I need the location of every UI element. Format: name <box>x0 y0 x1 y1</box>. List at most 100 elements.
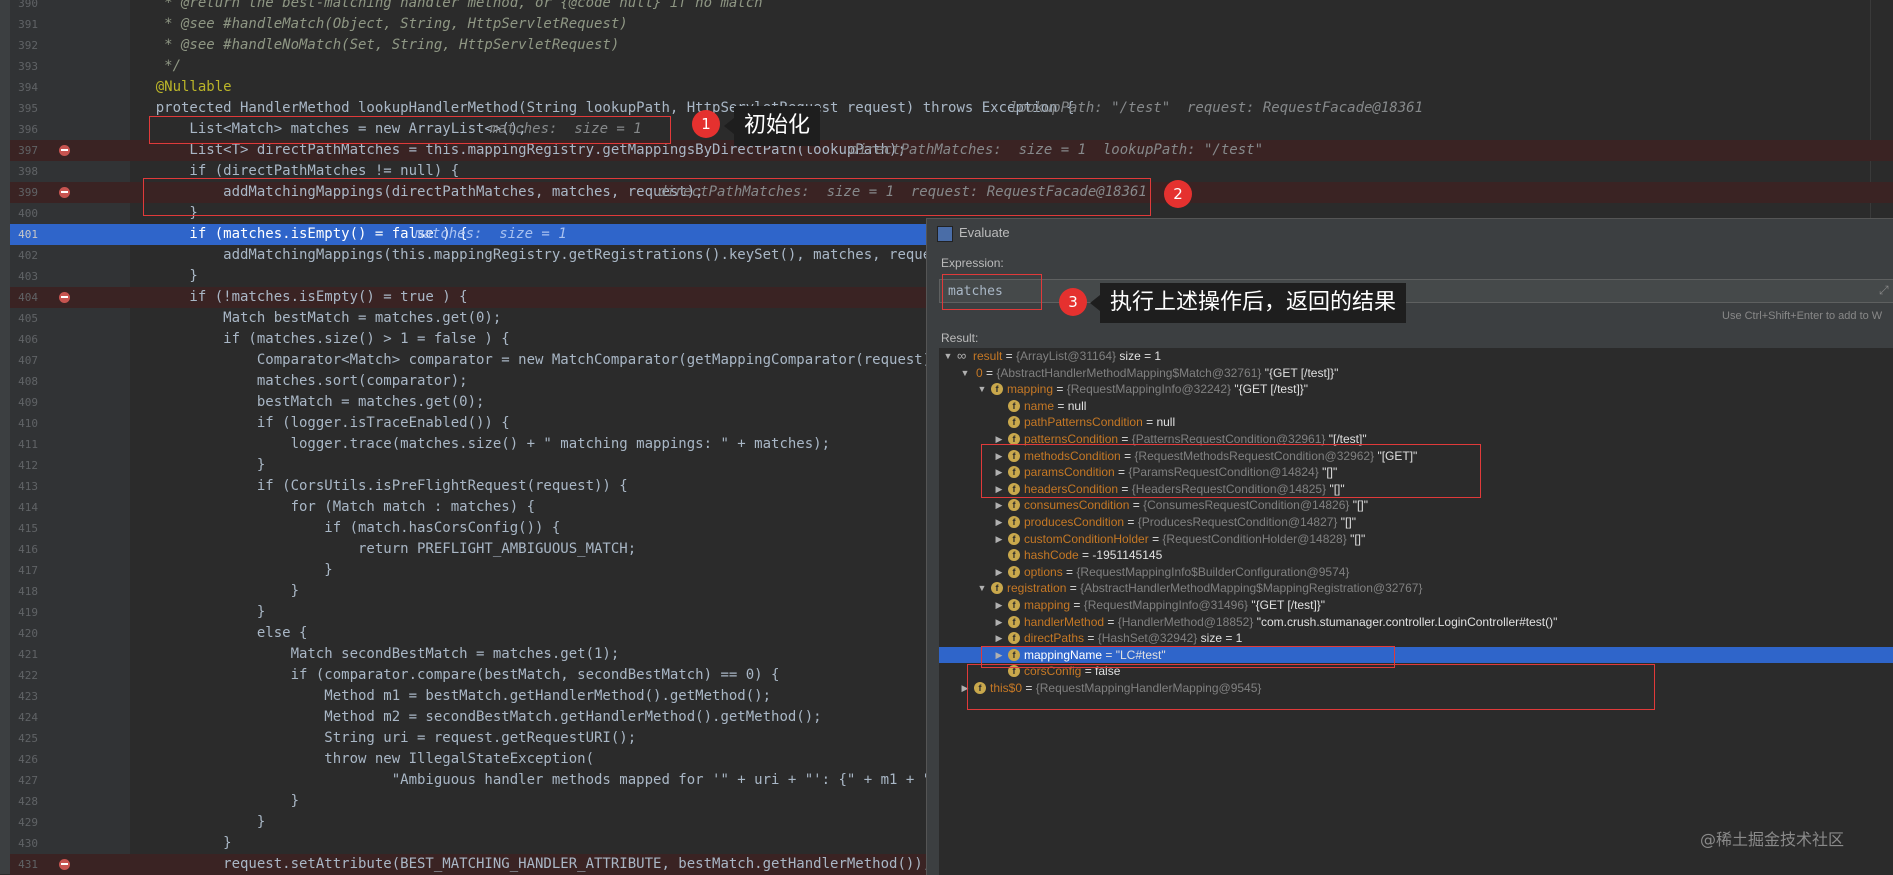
tree-node-text: hashCode = -1951145145 <box>1024 547 1162 564</box>
line-number[interactable]: 412 <box>10 455 38 476</box>
variable-name: handlerMethod <box>1024 614 1105 629</box>
expand-icon[interactable]: ⤢ <box>1879 283 1889 298</box>
result-tree[interactable]: ▼ ∞ result = {ArrayList@31164} size = 1 ▼ 0 … <box>939 348 1893 875</box>
line-number[interactable]: 393 <box>10 56 38 77</box>
code-text: * @see #handleMatch(Object, String, Http… <box>122 16 628 32</box>
field-icon: f <box>1008 549 1020 562</box>
line-number[interactable]: 423 <box>10 686 38 707</box>
line-number[interactable]: 409 <box>10 392 38 413</box>
object-reference: {AbstractHandlerMethodMapping$MappingReg… <box>1080 581 1423 596</box>
chevron-down-icon[interactable]: ▼ <box>960 365 970 382</box>
code-text: * @return the best-matching handler meth… <box>122 0 763 11</box>
line-number[interactable]: 415 <box>10 518 38 539</box>
line-number[interactable]: 404 <box>10 287 38 308</box>
chevron-right-icon[interactable]: ▶ <box>994 597 1004 614</box>
line-number[interactable]: 414 <box>10 497 38 518</box>
line-number[interactable]: 413 <box>10 476 38 497</box>
line-number[interactable]: 399 <box>10 182 38 203</box>
breakpoint-icon[interactable] <box>59 187 70 198</box>
line-number[interactable]: 398 <box>10 161 38 182</box>
chevron-down-icon[interactable]: ▼ <box>977 381 987 398</box>
line-number[interactable]: 429 <box>10 812 38 833</box>
chevron-down-icon[interactable]: ▼ <box>977 580 987 597</box>
variable-value: "[]" <box>1352 498 1368 513</box>
chevron-right-icon[interactable]: ▶ <box>994 531 1004 548</box>
chevron-right-icon[interactable]: ▶ <box>994 564 1004 581</box>
tree-node-pathpatternscondition[interactable]: f pathPatternsCondition = null <box>939 414 1893 431</box>
line-number[interactable]: 403 <box>10 266 38 287</box>
line-number[interactable]: 417 <box>10 560 38 581</box>
line-number[interactable]: 396 <box>10 119 38 140</box>
chevron-right-icon[interactable]: ▶ <box>994 614 1004 631</box>
line-number[interactable]: 422 <box>10 665 38 686</box>
tree-node-mapping[interactable]: ▼ f mapping = {RequestMappingInfo@32242} "… <box>939 381 1893 398</box>
chevron-right-icon[interactable]: ▶ <box>994 497 1004 514</box>
line-number[interactable]: 407 <box>10 350 38 371</box>
object-reference: {AbstractHandlerMethodMapping$Match@3276… <box>996 365 1262 380</box>
code-line[interactable]: 391 * @see #handleMatch(Object, String, … <box>10 14 1893 35</box>
line-number[interactable]: 428 <box>10 791 38 812</box>
evaluate-dialog[interactable]: Evaluate Expression: matches ⤢ Use Ctrl+… <box>926 218 1893 875</box>
code-text: @Nullable <box>122 79 232 95</box>
code-line[interactable]: 392 * @see #handleNoMatch(Set, String, H… <box>10 35 1893 56</box>
chevron-down-icon[interactable]: ▼ <box>943 348 953 365</box>
tree-node-0[interactable]: ▼ 0 = {AbstractHandlerMethodMapping$Match… <box>939 365 1893 382</box>
line-number[interactable]: 400 <box>10 203 38 224</box>
inline-debug-hint: matches: size = 1 <box>415 226 567 242</box>
tree-node-options[interactable]: ▶ f options = {RequestMappingInfo$BuilderC… <box>939 564 1893 581</box>
tree-node-producescondition[interactable]: ▶ f producesCondition = {ProducesRequestCo… <box>939 514 1893 531</box>
tree-node-customconditionholder[interactable]: ▶ f customConditionHolder = {RequestCondit… <box>939 531 1893 548</box>
line-number[interactable]: 419 <box>10 602 38 623</box>
tree-node-handlermethod[interactable]: ▶ f handlerMethod = {HandlerMethod@18852} … <box>939 614 1893 631</box>
breakpoint-icon[interactable] <box>59 859 70 870</box>
tree-node-name[interactable]: f name = null <box>939 398 1893 415</box>
code-line[interactable]: 390 * @return the best-matching handler … <box>10 0 1893 14</box>
line-number[interactable]: 390 <box>10 0 38 14</box>
tree-node-hashcode[interactable]: f hashCode = -1951145145 <box>939 547 1893 564</box>
code-text: String uri = request.getRequestURI(); <box>122 730 637 746</box>
line-number[interactable]: 394 <box>10 77 38 98</box>
tree-node-directpaths[interactable]: ▶ f directPaths = {HashSet@32942} size = 1 <box>939 630 1893 647</box>
breakpoint-icon[interactable] <box>59 145 70 156</box>
code-text: if (comparator.compare(bestMatch, second… <box>122 667 780 683</box>
line-number[interactable]: 391 <box>10 14 38 35</box>
line-number[interactable]: 411 <box>10 434 38 455</box>
code-text: if (match.hasCorsConfig()) { <box>122 520 561 536</box>
tree-node-registration[interactable]: ▼ f registration = {AbstractHandlerMethodM… <box>939 580 1893 597</box>
evaluate-title-bar[interactable]: Evaluate <box>927 219 1893 247</box>
line-number[interactable]: 402 <box>10 245 38 266</box>
line-number[interactable]: 395 <box>10 98 38 119</box>
line-number[interactable]: 410 <box>10 413 38 434</box>
line-number[interactable]: 416 <box>10 539 38 560</box>
line-number[interactable]: 420 <box>10 623 38 644</box>
tree-node-text: options = {RequestMappingInfo$BuilderCon… <box>1024 564 1349 581</box>
variable-value: null <box>1067 398 1087 413</box>
line-number[interactable]: 397 <box>10 140 38 161</box>
code-line[interactable]: 394 @Nullable <box>10 77 1893 98</box>
line-number[interactable]: 406 <box>10 329 38 350</box>
tree-node-consumescondition[interactable]: ▶ f consumesCondition = {ConsumesRequestCo… <box>939 497 1893 514</box>
line-number[interactable]: 392 <box>10 35 38 56</box>
line-number[interactable]: 421 <box>10 644 38 665</box>
line-number[interactable]: 426 <box>10 749 38 770</box>
object-reference: {RequestConditionHolder@14828} <box>1162 531 1347 546</box>
line-number[interactable]: 430 <box>10 833 38 854</box>
code-line[interactable]: 393 */ <box>10 56 1893 77</box>
line-number[interactable]: 401 <box>10 224 38 245</box>
line-number[interactable]: 424 <box>10 707 38 728</box>
chevron-right-icon[interactable]: ▶ <box>994 514 1004 531</box>
code-text: } <box>122 268 198 284</box>
variable-value: "com.crush.stumanager.controller.LoginCo… <box>1256 614 1558 629</box>
line-number[interactable]: 405 <box>10 308 38 329</box>
equals-sign: = <box>1124 515 1138 529</box>
line-number[interactable]: 431 <box>10 854 38 875</box>
object-reference: {RequestMappingInfo$BuilderConfiguration… <box>1076 564 1350 579</box>
tree-node-result[interactable]: ▼ ∞ result = {ArrayList@31164} size = 1 <box>939 348 1893 365</box>
line-number[interactable]: 418 <box>10 581 38 602</box>
breakpoint-icon[interactable] <box>59 292 70 303</box>
line-number[interactable]: 425 <box>10 728 38 749</box>
tree-node-mapping[interactable]: ▶ f mapping = {RequestMappingInfo@31496} "… <box>939 597 1893 614</box>
chevron-right-icon[interactable]: ▶ <box>994 630 1004 647</box>
line-number[interactable]: 408 <box>10 371 38 392</box>
line-number[interactable]: 427 <box>10 770 38 791</box>
